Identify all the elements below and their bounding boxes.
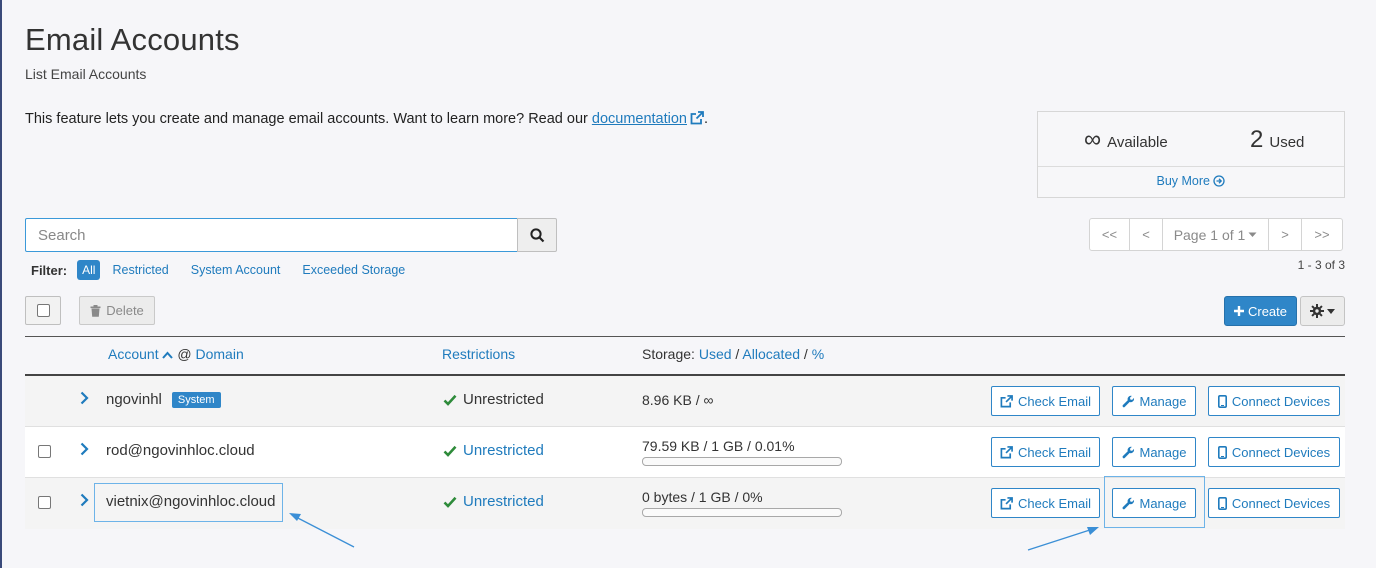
annotation-arrow-account: [289, 513, 355, 548]
annotation-arrow-manage: [1027, 527, 1099, 551]
annotation-arrows: [289, 513, 1099, 551]
